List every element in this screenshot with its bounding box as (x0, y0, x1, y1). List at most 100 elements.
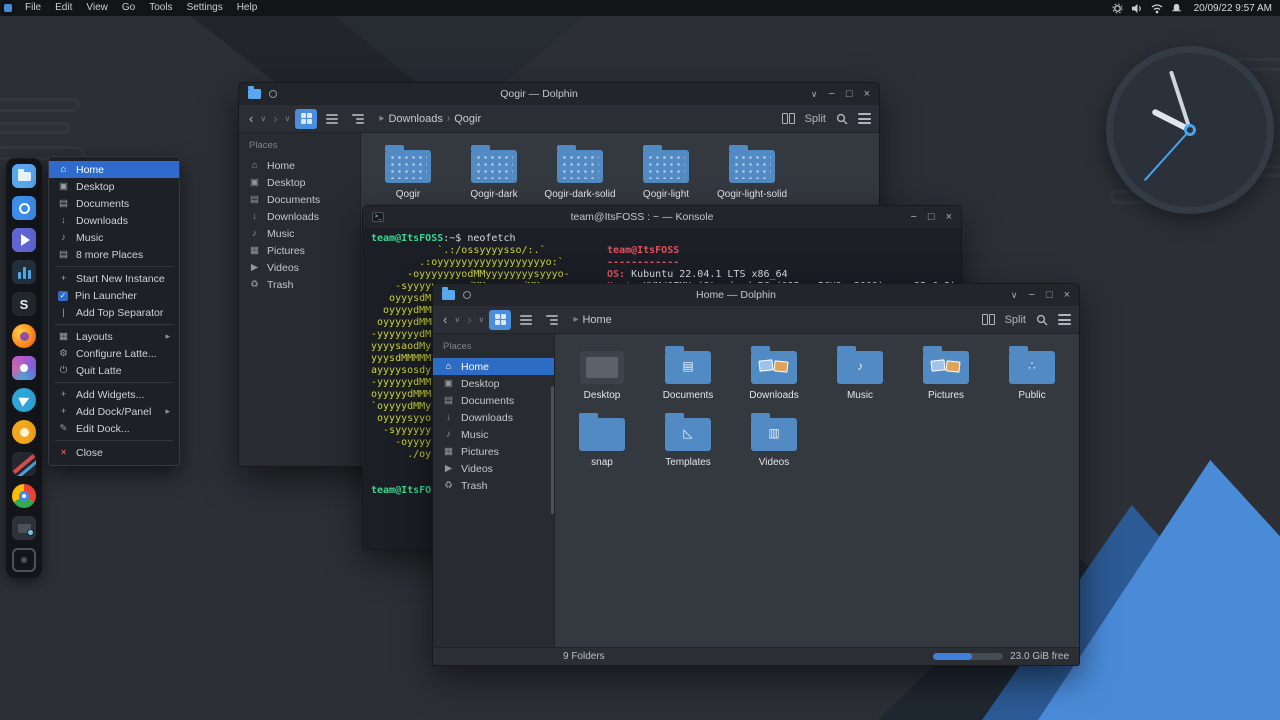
folder-item-qogir[interactable]: Qogir (365, 143, 451, 200)
place-pictures[interactable]: ▦ Pictures (239, 242, 360, 259)
split-button[interactable]: Split (805, 113, 826, 125)
back-history-caret[interactable]: ∨ (453, 315, 461, 324)
menu-place-downloads[interactable]: ↓ Downloads (49, 212, 179, 229)
close-button[interactable]: × (946, 211, 952, 223)
menu-settings[interactable]: Settings (180, 0, 230, 16)
forward-history-caret[interactable]: ∨ (478, 315, 486, 324)
dock-system-monitor[interactable] (11, 259, 37, 285)
home-titlebar[interactable]: Home — Dolphin ∨ − □ × (433, 284, 1079, 306)
breadcrumb-arrow[interactable]: ▸ (379, 113, 384, 124)
menu-layouts[interactable]: ▦ Layouts ▸ (49, 328, 179, 345)
breadcrumb-qogir[interactable]: Qogir (454, 113, 481, 125)
breadcrumb-arrow[interactable]: ▸ (573, 314, 578, 325)
icons-view-button[interactable] (489, 309, 512, 330)
menu-configure-latte[interactable]: ⚙ Configure Latte... (49, 345, 179, 362)
more-actions-button[interactable]: ∨ (1011, 289, 1018, 301)
close-button[interactable]: × (864, 88, 870, 100)
place-desktop[interactable]: ▣ Desktop (433, 375, 554, 392)
tray-volume[interactable] (1131, 3, 1143, 14)
breadcrumb-home[interactable]: Home (582, 314, 611, 326)
place-trash[interactable]: ♻ Trash (239, 276, 360, 293)
place-trash[interactable]: ♻ Trash (433, 477, 554, 494)
menu-more-places[interactable]: ▤ 8 more Places (49, 246, 179, 263)
dock-station[interactable]: S (11, 291, 37, 317)
panel-clock[interactable]: 20/09/22 9:57 AM (1190, 3, 1272, 14)
folder-item-public[interactable]: ∴ Public (989, 344, 1075, 401)
menu-help[interactable]: Help (230, 0, 265, 16)
place-videos[interactable]: ▶ Videos (433, 460, 554, 477)
details-view-button[interactable] (515, 310, 537, 330)
maximize-button[interactable]: □ (1046, 289, 1053, 301)
folder-item-music[interactable]: ♪ Music (817, 344, 903, 401)
icons-view-button[interactable] (295, 108, 318, 129)
menu-tools[interactable]: Tools (142, 0, 179, 16)
dock-video-editor[interactable] (11, 451, 37, 477)
home-file-view[interactable]: Desktop ▤ Documents Downloads ♪ Music Pi… (555, 334, 1079, 647)
place-downloads[interactable]: ↓ Downloads (239, 208, 360, 225)
tree-view-button[interactable] (347, 109, 369, 129)
dock-media-player[interactable] (11, 227, 37, 253)
tray-settings[interactable] (1112, 2, 1123, 14)
menu-edit-dock[interactable]: ✎ Edit Dock... (49, 420, 179, 437)
place-music[interactable]: ♪ Music (433, 426, 554, 443)
place-home[interactable]: ⌂ Home (433, 358, 554, 375)
menu-place-desktop[interactable]: ▣ Desktop (49, 178, 179, 195)
back-history-caret[interactable]: ∨ (259, 114, 267, 123)
menu-close[interactable]: × Close (49, 444, 179, 461)
close-button[interactable]: × (1064, 289, 1070, 301)
menu-pin-launcher[interactable]: ✓ Pin Launcher (49, 287, 179, 304)
hamburger-menu-button[interactable] (858, 113, 871, 124)
dock-design-app[interactable] (11, 355, 37, 381)
hamburger-menu-button[interactable] (1058, 314, 1071, 325)
folder-item-qogir-dark-solid[interactable]: Qogir-dark-solid (537, 143, 623, 200)
place-videos[interactable]: ▶ Videos (239, 259, 360, 276)
dock-app-store[interactable] (11, 195, 37, 221)
konsole-titlebar[interactable]: >_ team@ItsFOSS : ~ — Konsole − □ × (363, 206, 961, 228)
folder-item-documents[interactable]: ▤ Documents (645, 344, 731, 401)
dock-show-desktop[interactable] (11, 547, 37, 573)
folder-item-pictures[interactable]: Pictures (903, 344, 989, 401)
qogir-titlebar[interactable]: Qogir — Dolphin ∨ − □ × (239, 83, 879, 105)
maximize-button[interactable]: □ (928, 211, 935, 223)
back-button[interactable]: ‹ (441, 312, 449, 327)
place-desktop[interactable]: ▣ Desktop (239, 174, 360, 191)
menu-place-home[interactable]: ⌂ Home (49, 161, 179, 178)
menu-add-widgets[interactable]: + Add Widgets... (49, 386, 179, 403)
dock-chrome[interactable] (11, 483, 37, 509)
folder-item-templates[interactable]: ◺ Templates (645, 411, 731, 468)
minimize-button[interactable]: − (910, 211, 916, 223)
menu-go[interactable]: Go (115, 0, 142, 16)
place-downloads[interactable]: ↓ Downloads (433, 409, 554, 426)
sidebar-scrollbar[interactable] (551, 386, 554, 514)
place-documents[interactable]: ▤ Documents (239, 191, 360, 208)
dock-firefox[interactable] (11, 323, 37, 349)
dock-music-player[interactable] (11, 419, 37, 445)
folder-item-qogir-light[interactable]: Qogir-light (623, 143, 709, 200)
details-view-button[interactable] (321, 109, 343, 129)
menu-start-new-instance[interactable]: + Start New Instance (49, 270, 179, 287)
maximize-button[interactable]: □ (846, 88, 853, 100)
forward-history-caret[interactable]: ∨ (284, 114, 292, 123)
back-button[interactable]: ‹ (247, 111, 255, 126)
folder-item-videos[interactable]: ▥ Videos (731, 411, 817, 468)
folder-item-snap[interactable]: snap (559, 411, 645, 468)
folder-item-desktop[interactable]: Desktop (559, 344, 645, 401)
place-pictures[interactable]: ▦ Pictures (433, 443, 554, 460)
menu-place-music[interactable]: ♪ Music (49, 229, 179, 246)
more-actions-button[interactable]: ∨ (811, 88, 818, 100)
menu-add-top-separator[interactable]: | Add Top Separator (49, 304, 179, 321)
forward-button[interactable]: › (271, 111, 279, 126)
minimize-button[interactable]: − (828, 88, 834, 100)
dock-screenshot-tool[interactable] (11, 515, 37, 541)
search-icon[interactable] (836, 113, 848, 125)
menu-edit[interactable]: Edit (48, 0, 79, 16)
checked-checkbox-icon[interactable]: ✓ (58, 290, 68, 301)
place-music[interactable]: ♪ Music (239, 225, 360, 242)
place-documents[interactable]: ▤ Documents (433, 392, 554, 409)
tray-network[interactable] (1151, 3, 1163, 14)
folder-item-qogir-dark[interactable]: Qogir-dark (451, 143, 537, 200)
menu-add-dock-panel[interactable]: + Add Dock/Panel ▸ (49, 403, 179, 420)
search-icon[interactable] (1036, 314, 1048, 326)
folder-item-qogir-light-solid[interactable]: Qogir-light-solid (709, 143, 795, 200)
menu-view[interactable]: View (79, 0, 115, 16)
